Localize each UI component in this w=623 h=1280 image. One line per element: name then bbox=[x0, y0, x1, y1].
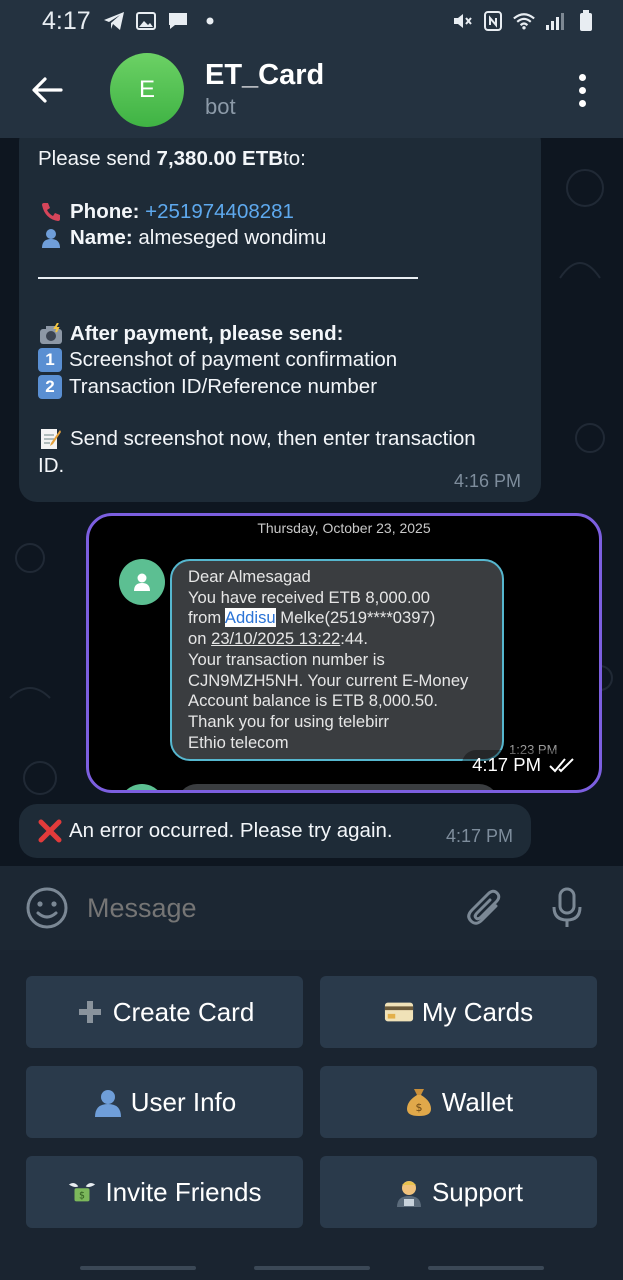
battery-icon bbox=[575, 10, 597, 32]
payment-amount: 7,380.00 ETB bbox=[156, 147, 284, 170]
status-right-icons bbox=[451, 10, 597, 32]
chat-title: ET_Card bbox=[205, 59, 325, 91]
my-cards-button[interactable]: My Cards bbox=[320, 976, 597, 1048]
attach-button[interactable] bbox=[465, 886, 505, 930]
message-time: 4:16 PM bbox=[453, 470, 521, 491]
message-input[interactable] bbox=[87, 892, 457, 924]
name-row: Name: almeseged wondimu bbox=[38, 225, 522, 252]
more-options-button[interactable] bbox=[567, 65, 597, 115]
attach-icon bbox=[467, 889, 501, 925]
credit-card-icon bbox=[384, 997, 414, 1027]
chat-title-group[interactable]: ET_Card bot bbox=[205, 58, 324, 122]
back-button[interactable] bbox=[17, 60, 77, 120]
plus-icon bbox=[75, 997, 105, 1027]
chat-icon bbox=[167, 10, 189, 32]
error-message: An error occurred. Please try again. 4:1… bbox=[19, 804, 531, 858]
step-2-row: 2 Transaction ID/Reference number bbox=[38, 374, 522, 401]
sms-contact-avatar bbox=[119, 559, 165, 605]
send-instruction-row-2: ID. bbox=[38, 453, 65, 477]
create-card-button[interactable]: Create Card bbox=[26, 976, 303, 1048]
emoji-button[interactable] bbox=[25, 886, 69, 930]
status-left-icons bbox=[103, 10, 221, 32]
payment-intro: Please send 7,380.00 ETB to: bbox=[38, 146, 522, 173]
keycap-1-icon: 1 bbox=[38, 348, 62, 373]
screenshot-image-message[interactable]: Thursday, October 23, 2025 Dear Almesaga… bbox=[86, 513, 602, 793]
user-info-button[interactable]: User Info bbox=[26, 1066, 303, 1138]
message-time: 4:17 PM bbox=[472, 754, 541, 775]
emoji-icon bbox=[26, 887, 68, 929]
user-icon bbox=[38, 225, 64, 251]
support-agent-icon bbox=[394, 1177, 424, 1207]
contact-icon bbox=[134, 573, 150, 591]
mic-icon bbox=[552, 887, 582, 927]
step-1-row: 1 Screenshot of payment confirmation bbox=[38, 347, 522, 374]
message-time: 4:17 PM bbox=[445, 825, 513, 846]
phone-number-link[interactable]: +251974408281 bbox=[145, 199, 294, 226]
svg-text:$: $ bbox=[415, 1101, 422, 1114]
image-message-status: 4:17 PM bbox=[462, 750, 587, 780]
money-bag-icon: $ bbox=[404, 1087, 434, 1117]
sms-message-bubble-2 bbox=[177, 784, 499, 790]
recipient-name: almeseged wondimu bbox=[138, 226, 327, 249]
sms-contact-avatar-2 bbox=[119, 784, 165, 790]
payment-instructions-message: Please send 7,380.00 ETB to: Phone: +251… bbox=[19, 138, 541, 502]
nav-recents-indicator[interactable] bbox=[80, 1266, 196, 1270]
chat-subtitle: bot bbox=[205, 94, 236, 119]
keycap-2-icon: 2 bbox=[38, 374, 62, 399]
wifi-icon bbox=[513, 10, 535, 32]
cross-mark-icon bbox=[37, 818, 63, 844]
nav-back-indicator[interactable] bbox=[428, 1266, 544, 1270]
chat-area[interactable]: Please send 7,380.00 ETB to: Phone: +251… bbox=[0, 138, 623, 866]
sms-message-bubble: Dear Almesagad You have received ETB 8,0… bbox=[170, 559, 504, 761]
signal-icon bbox=[544, 10, 566, 32]
image-date-header: Thursday, October 23, 2025 bbox=[257, 520, 431, 536]
after-payment-row: After payment, please send: bbox=[38, 321, 522, 348]
send-instruction-row: Send screenshot now, then enter transact… bbox=[38, 426, 522, 453]
mute-icon bbox=[451, 10, 473, 32]
underlined-datetime: 23/10/2025 13:22 bbox=[211, 629, 341, 649]
message-input-bar bbox=[0, 866, 623, 950]
nav-home-indicator[interactable] bbox=[254, 1266, 370, 1270]
money-with-wings-icon: $ bbox=[67, 1177, 97, 1207]
support-button[interactable]: Support bbox=[320, 1156, 597, 1228]
status-time: 4:17 bbox=[42, 6, 91, 35]
invite-friends-button[interactable]: $ Invite Friends bbox=[26, 1156, 303, 1228]
bot-avatar[interactable]: E bbox=[110, 53, 184, 127]
phone-row: Phone: +251974408281 bbox=[38, 199, 522, 226]
svg-text:$: $ bbox=[79, 1191, 85, 1202]
system-navigation-bar bbox=[0, 1266, 623, 1270]
camera-flash-icon bbox=[38, 321, 64, 347]
double-check-icon bbox=[549, 758, 574, 773]
gallery-icon bbox=[135, 10, 157, 32]
wallet-button[interactable]: $ Wallet bbox=[320, 1066, 597, 1138]
dot-icon bbox=[199, 10, 221, 32]
bot-keyboard: Create Card My Cards User Info $ Wallet … bbox=[0, 950, 623, 1280]
back-arrow-icon bbox=[32, 77, 63, 103]
avatar-letter: E bbox=[138, 76, 155, 103]
nfc-icon bbox=[482, 10, 504, 32]
telegram-icon bbox=[103, 10, 125, 32]
error-text: An error occurred. Please try again. bbox=[69, 819, 393, 842]
status-bar: 4:17 bbox=[0, 0, 623, 42]
phone-icon bbox=[38, 199, 64, 225]
memo-icon bbox=[38, 426, 64, 452]
user-icon bbox=[93, 1087, 123, 1117]
highlighted-name: Addisu bbox=[224, 608, 276, 628]
more-vert-icon bbox=[578, 73, 586, 81]
chat-header: E ET_Card bot bbox=[0, 42, 623, 138]
voice-record-button[interactable] bbox=[547, 886, 587, 930]
